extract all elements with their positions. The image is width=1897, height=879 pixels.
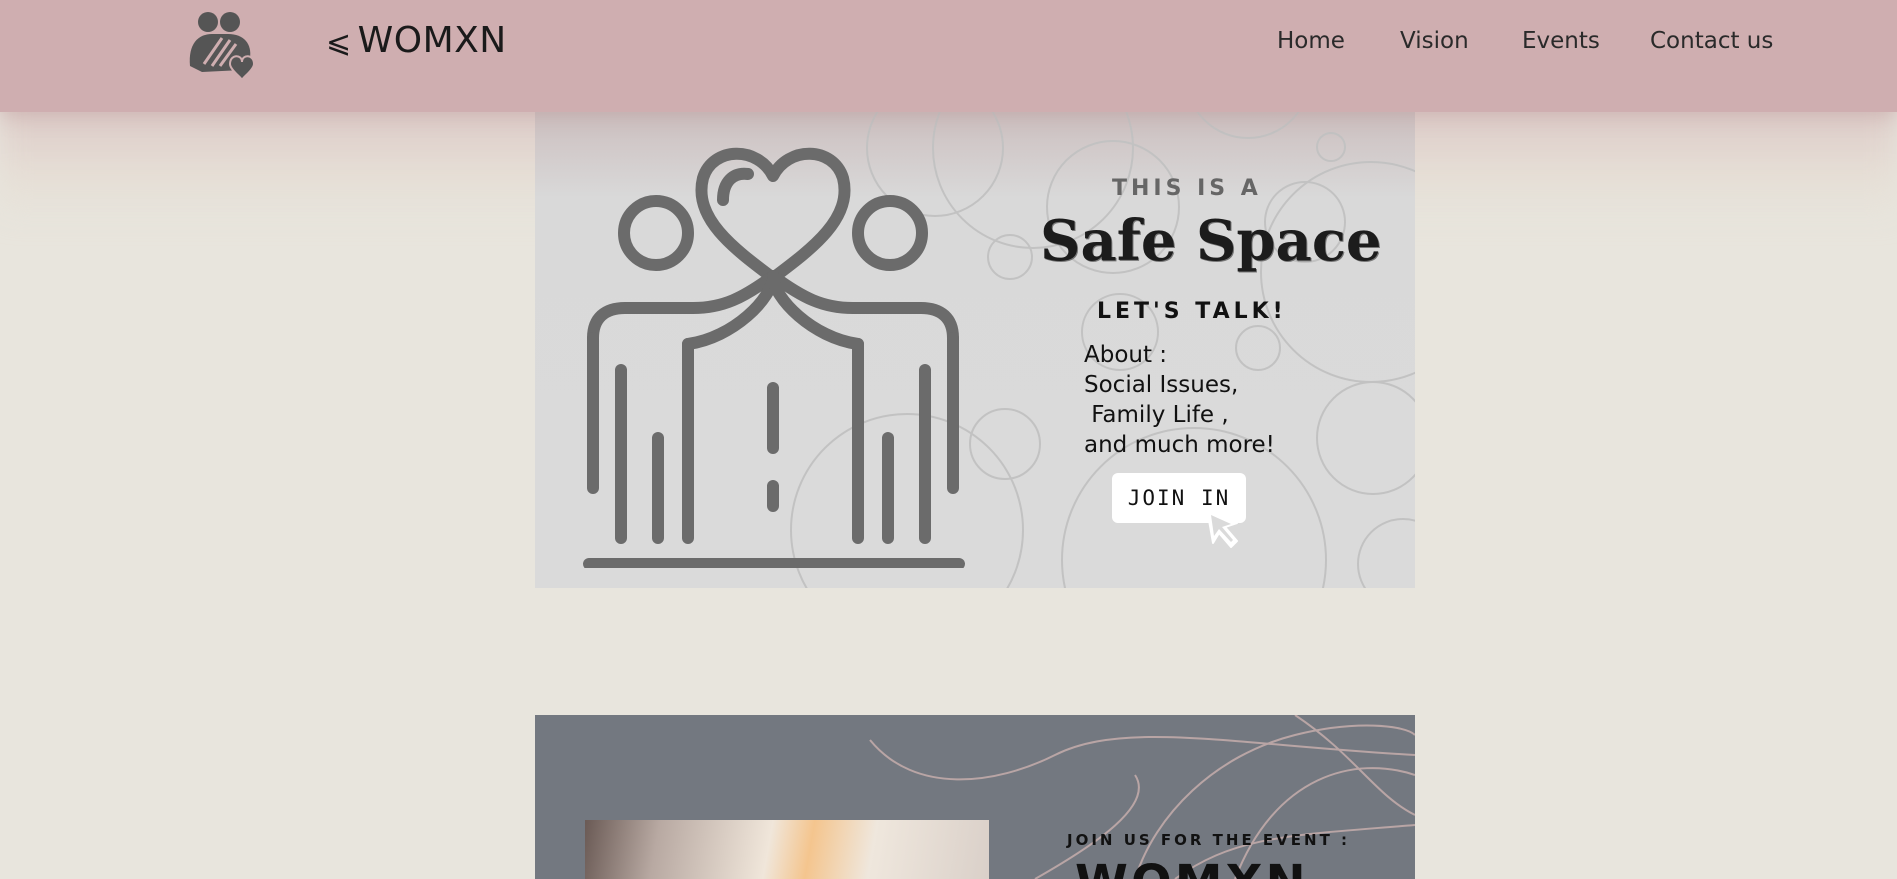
navbar: ⩽ WOMXN Home Vision Events Contact us bbox=[0, 0, 1897, 112]
pointer-cursor-icon bbox=[1206, 508, 1238, 548]
event-title: WOMXN bbox=[1075, 855, 1309, 879]
hero-about: About : Social Issues, Family Life , and… bbox=[1084, 342, 1275, 458]
event-tag: JOIN US FOR THE EVENT : bbox=[1067, 831, 1351, 849]
hero-subtitle: LET'S TALK! bbox=[1097, 299, 1287, 324]
two-people-heart-icon bbox=[583, 147, 965, 568]
nav-home[interactable]: Home bbox=[1277, 28, 1345, 54]
event-banner: JOIN US FOR THE EVENT : WOMXN bbox=[535, 715, 1415, 879]
safe-space-banner: THIS IS A Safe Space LET'S TALK! About :… bbox=[535, 112, 1415, 588]
nav-events[interactable]: Events bbox=[1522, 28, 1600, 54]
nav-vision[interactable]: Vision bbox=[1400, 28, 1469, 54]
hero-tag: THIS IS A bbox=[1112, 176, 1262, 201]
hero-title: Safe Space bbox=[1040, 208, 1382, 274]
nav-contact[interactable]: Contact us bbox=[1650, 28, 1773, 54]
main-nav: Home Vision Events Contact us bbox=[0, 28, 1897, 68]
event-photo bbox=[585, 820, 989, 879]
